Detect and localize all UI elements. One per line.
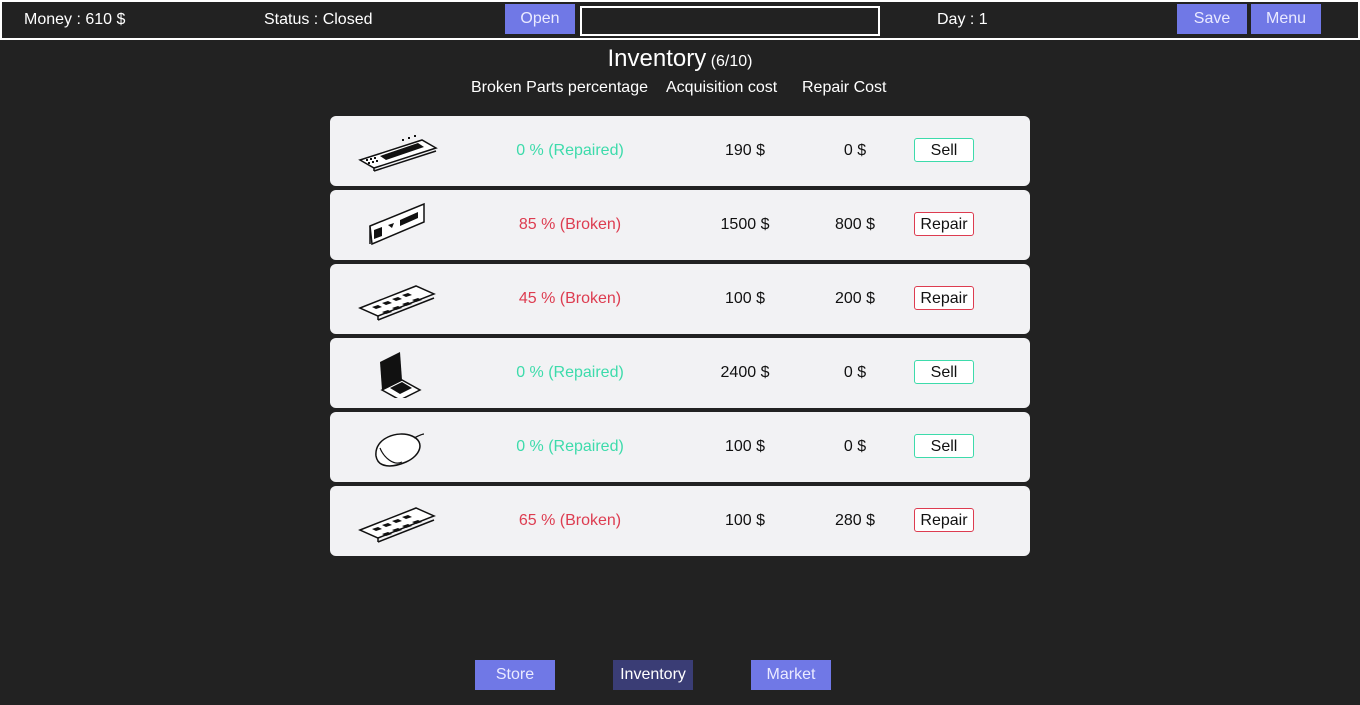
keyboard-icon [358,135,438,172]
broken-percentage: 0 % (Repaired) [516,364,624,381]
acquisition-cost: 2400 $ [720,364,770,381]
nav-market-button[interactable]: Market [751,660,831,690]
acquisition-cost: 1500 $ [720,216,770,233]
save-button[interactable]: Save [1177,4,1247,34]
page-title: Inventory [607,45,707,72]
inventory-row: 0 % (Repaired) 100 $ 0 $ Sell [330,412,1030,482]
broken-percentage: 0 % (Repaired) [516,438,624,455]
nav-inventory-button[interactable]: Inventory [613,660,693,690]
ram-module-icon [358,285,436,321]
top-bar: Money : 610 $ Status : Closed Open Day :… [0,0,1360,40]
sell-button[interactable]: Sell [914,138,974,162]
acquisition-cost: 100 $ [724,438,766,455]
inventory-row: 85 % (Broken) 1500 $ 800 $ Repair [330,190,1030,260]
broken-percentage: 0 % (Repaired) [516,142,624,159]
acquisition-cost: 190 $ [724,142,766,159]
inventory-row: 0 % (Repaired) 190 $ 0 $ Sell [330,116,1030,186]
day-counter: Day : 1 [937,11,988,28]
broken-percentage: 45 % (Broken) [518,290,622,307]
sell-button[interactable]: Sell [914,360,974,384]
repair-cost: 280 $ [834,512,876,529]
store-name-input[interactable] [580,6,880,36]
repair-cost: 200 $ [834,290,876,307]
inventory-heading: Inventory (6/10) [0,45,1360,73]
repair-cost: 0 $ [843,364,867,381]
inventory-row: 0 % (Repaired) 2400 $ 0 $ Sell [330,338,1030,408]
inventory-row: 45 % (Broken) 100 $ 200 $ Repair [330,264,1030,334]
sell-button[interactable]: Sell [914,434,974,458]
repair-cost: 0 $ [843,142,867,159]
inventory-count: (6/10) [710,53,753,70]
broken-percentage: 65 % (Broken) [518,512,622,529]
column-header-acquisition: Acquisition cost [666,79,778,96]
laptop-icon [380,352,422,398]
repair-cost: 0 $ [843,438,867,455]
broken-percentage: 85 % (Broken) [518,216,622,233]
store-status: Status : Closed [264,11,373,28]
column-header-repair-cost: Repair Cost [802,79,887,96]
mouse-icon [375,433,425,467]
repair-button[interactable]: Repair [914,286,974,310]
repair-cost: 800 $ [834,216,876,233]
menu-button[interactable]: Menu [1251,4,1321,34]
inventory-row: 65 % (Broken) 100 $ 280 $ Repair [330,486,1030,556]
column-header-broken-parts: Broken Parts percentage [471,79,648,96]
money-display: Money : 610 $ [24,11,126,28]
acquisition-cost: 100 $ [724,512,766,529]
repair-button[interactable]: Repair [914,212,974,236]
nav-store-button[interactable]: Store [475,660,555,690]
open-store-button[interactable]: Open [505,4,575,34]
repair-button[interactable]: Repair [914,508,974,532]
ram-module-icon [358,507,436,543]
acquisition-cost: 100 $ [724,290,766,307]
graphics-card-icon [369,202,425,246]
